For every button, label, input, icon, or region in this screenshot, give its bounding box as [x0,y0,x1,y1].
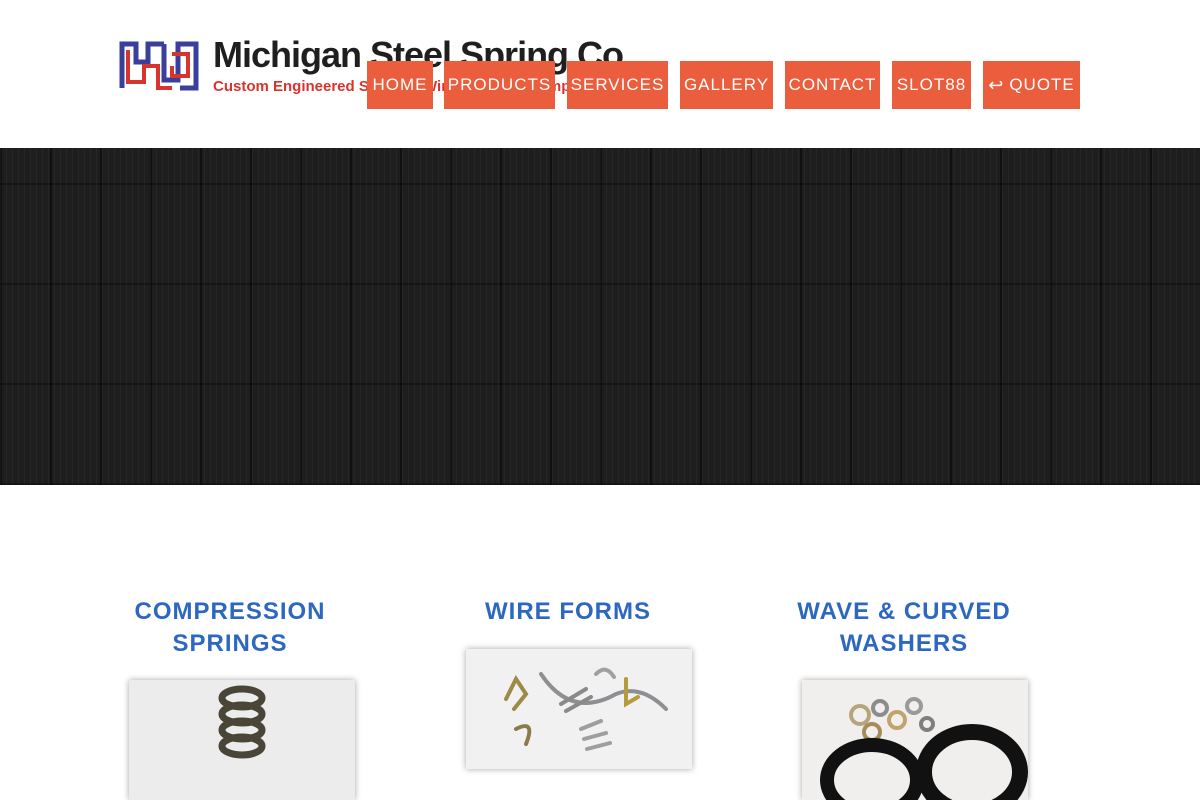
compression-springs-image[interactable] [129,680,355,800]
nav-services-label: SERVICES [570,75,665,94]
product-wave-curved-washers[interactable]: WAVE & CURVED WASHERS [784,596,1024,660]
site-header: Michigan Steel Spring Co Custom Engineer… [0,0,1200,148]
logo-mark-icon [119,41,199,91]
product-title-line1: COMPRESSION [134,598,326,625]
nav-services[interactable]: SERVICES [567,61,668,109]
hero-banner [0,148,1200,485]
compression-spring-icon [129,680,355,800]
nav-slot88-label: SLOT88 [896,75,967,94]
nav-contact[interactable]: CONTACT [785,61,880,109]
nav-products-label: PRODUCTS [447,75,552,94]
nav-slot88[interactable]: SLOT88 [892,61,971,109]
nav-home-label: HOME [372,75,428,94]
wave-curved-washers-image[interactable] [802,680,1028,800]
product-title-line1: WIRE FORMS [485,598,651,625]
product-wire-forms[interactable]: WIRE FORMS [448,596,688,628]
product-title: WAVE & CURVED WASHERS [784,596,1024,660]
product-title-line2: SPRINGS [172,630,288,657]
wire-forms-icon [466,649,692,769]
nav-contact-label: CONTACT [788,75,877,94]
nav-quote[interactable]: ↩ QUOTE [983,61,1080,109]
nav-gallery[interactable]: GALLERY [680,61,773,109]
washers-icon [802,680,1028,800]
product-title: WIRE FORMS [448,596,688,628]
nav-products[interactable]: PRODUCTS [444,61,555,109]
product-title-line1: WAVE & CURVED [797,598,1011,625]
nav-gallery-label: GALLERY [683,75,770,94]
reply-icon: ↩ [988,74,1005,95]
product-title-line2: WASHERS [839,630,969,657]
nav-quote-label: QUOTE [1009,75,1075,94]
nav-home[interactable]: HOME [367,61,433,109]
product-title: COMPRESSION SPRINGS [110,596,350,660]
product-compression-springs[interactable]: COMPRESSION SPRINGS [110,596,350,660]
wire-forms-image[interactable] [466,649,692,769]
